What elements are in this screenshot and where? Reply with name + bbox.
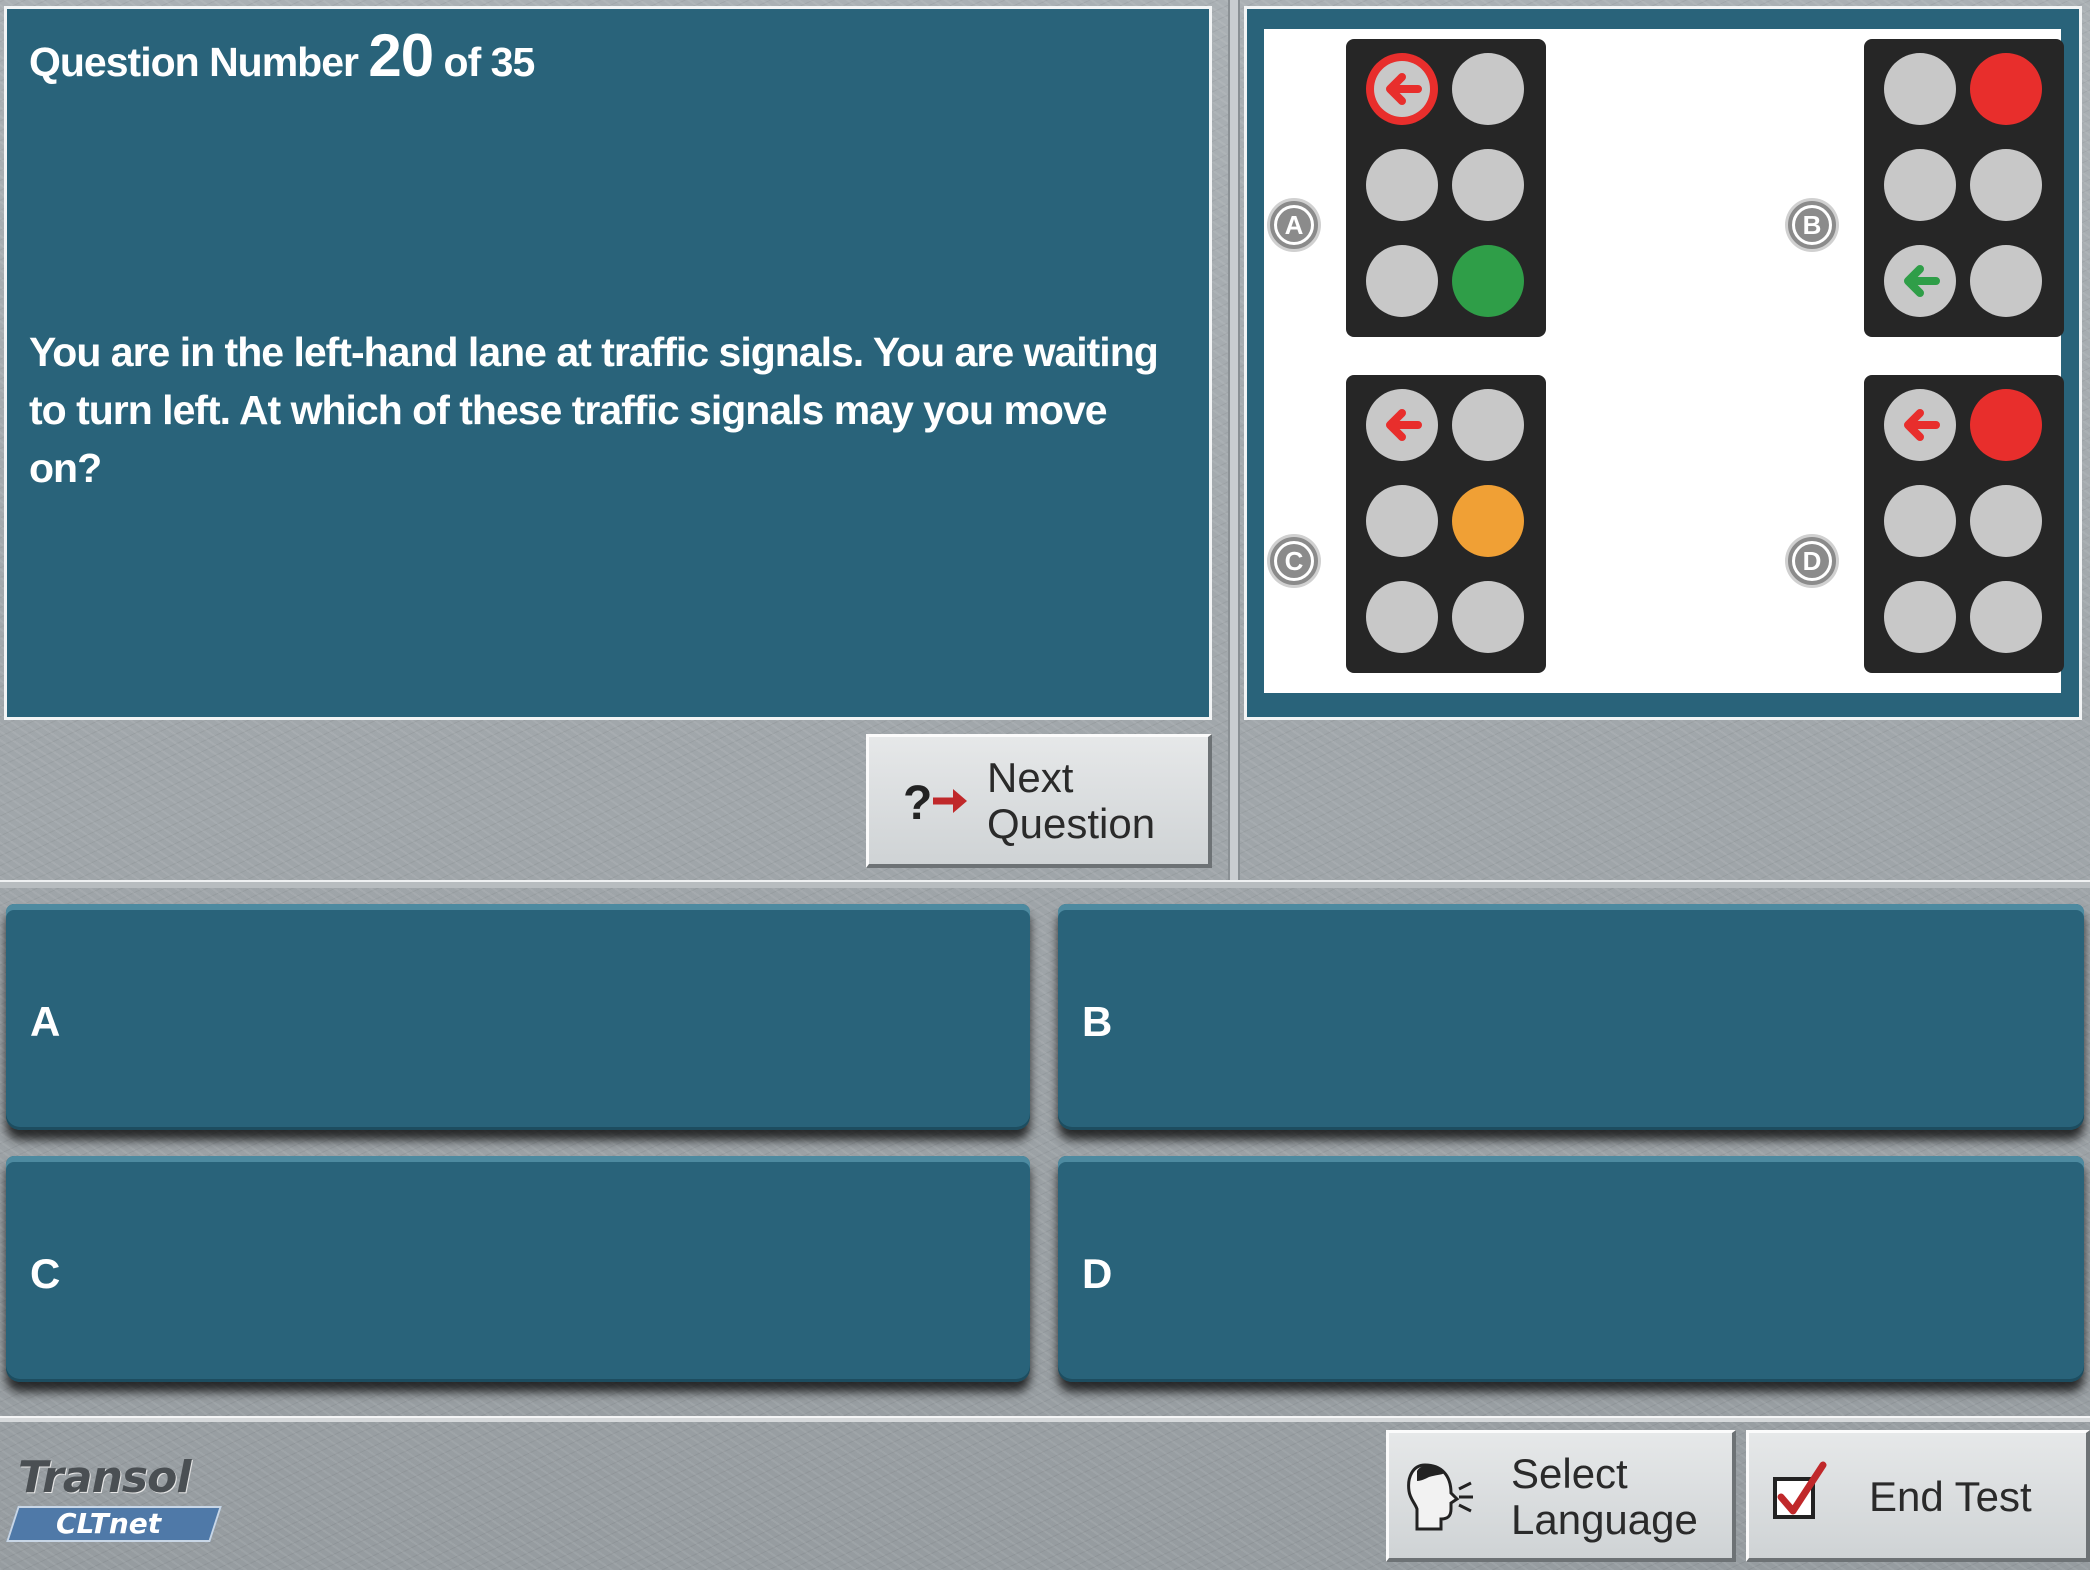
option-badge-b: B <box>1788 201 1836 249</box>
option-badge-a: A <box>1270 201 1318 249</box>
lamp-off <box>1366 581 1438 653</box>
answer-button-c[interactable]: C <box>6 1156 1030 1382</box>
red-lamp <box>1970 53 2042 125</box>
question-text: You are in the left-hand lane at traffic… <box>29 329 1159 491</box>
select-language-button[interactable]: Select Language <box>1386 1430 1736 1562</box>
question-total: of 35 <box>443 39 536 85</box>
transol-logo: Transol CLTnet <box>6 1452 242 1552</box>
lamp-off <box>1452 581 1524 653</box>
lamp-off <box>1970 581 2042 653</box>
traffic-signal-c <box>1346 375 1546 673</box>
checkbox-check-icon <box>1773 1461 1827 1519</box>
question-header: Question Number 20 of 35 <box>29 21 536 90</box>
lamp-off <box>1884 149 1956 221</box>
next-question-button[interactable]: ? Next Question <box>866 734 1212 868</box>
lamp-off <box>1366 149 1438 221</box>
option-badge-c: C <box>1270 537 1318 585</box>
option-badge-d: D <box>1788 537 1836 585</box>
lamp-off <box>1452 149 1524 221</box>
question-number-label: Question Number <box>29 39 359 85</box>
red-left-arrow-lamp <box>1366 53 1438 125</box>
horizontal-divider <box>0 880 2090 888</box>
lamp-off <box>1452 389 1524 461</box>
red-left-arrow-lamp <box>1884 389 1956 461</box>
answer-button-b[interactable]: B <box>1058 904 2084 1130</box>
question-panel: Question Number 20 of 35 You are in the … <box>4 6 1212 720</box>
answer-button-a[interactable]: A <box>6 904 1030 1130</box>
image-panel: A B C D <box>1244 6 2082 720</box>
lamp-off <box>1970 485 2042 557</box>
end-test-label: End Test <box>1869 1473 2032 1520</box>
lamp-off <box>1884 581 1956 653</box>
lamp-off <box>1884 53 1956 125</box>
lamp-off <box>1970 149 2042 221</box>
select-language-label: Select Language <box>1511 1450 1698 1543</box>
left-arrow-icon <box>1374 61 1430 117</box>
speaking-head-icon <box>1407 1463 1473 1531</box>
vertical-divider <box>1228 0 1240 886</box>
red-lamp <box>1970 389 2042 461</box>
footer-divider <box>0 1416 2090 1422</box>
amber-lamp <box>1452 485 1524 557</box>
svg-text:?: ? <box>903 777 932 825</box>
lamp-off <box>1970 245 2042 317</box>
left-arrow-icon <box>1904 265 1940 297</box>
traffic-signals-image: A B C D <box>1264 29 2064 693</box>
question-number: 20 <box>368 22 434 89</box>
green-lamp <box>1452 245 1524 317</box>
traffic-signal-b <box>1864 39 2064 337</box>
next-question-label: Next Question <box>987 754 1156 847</box>
lamp-off <box>1452 53 1524 125</box>
red-left-arrow-lamp <box>1366 389 1438 461</box>
end-test-button[interactable]: End Test <box>1746 1430 2090 1562</box>
lamp-off <box>1366 245 1438 317</box>
left-arrow-icon <box>1904 409 1940 441</box>
question-arrow-icon: ? <box>903 777 967 825</box>
answer-button-d[interactable]: D <box>1058 1156 2084 1382</box>
lamp-off <box>1884 485 1956 557</box>
lamp-off <box>1366 485 1438 557</box>
traffic-signal-d <box>1864 375 2064 673</box>
left-arrow-icon <box>1386 409 1422 441</box>
traffic-signal-a <box>1346 39 1546 337</box>
green-left-arrow-lamp <box>1884 245 1956 317</box>
